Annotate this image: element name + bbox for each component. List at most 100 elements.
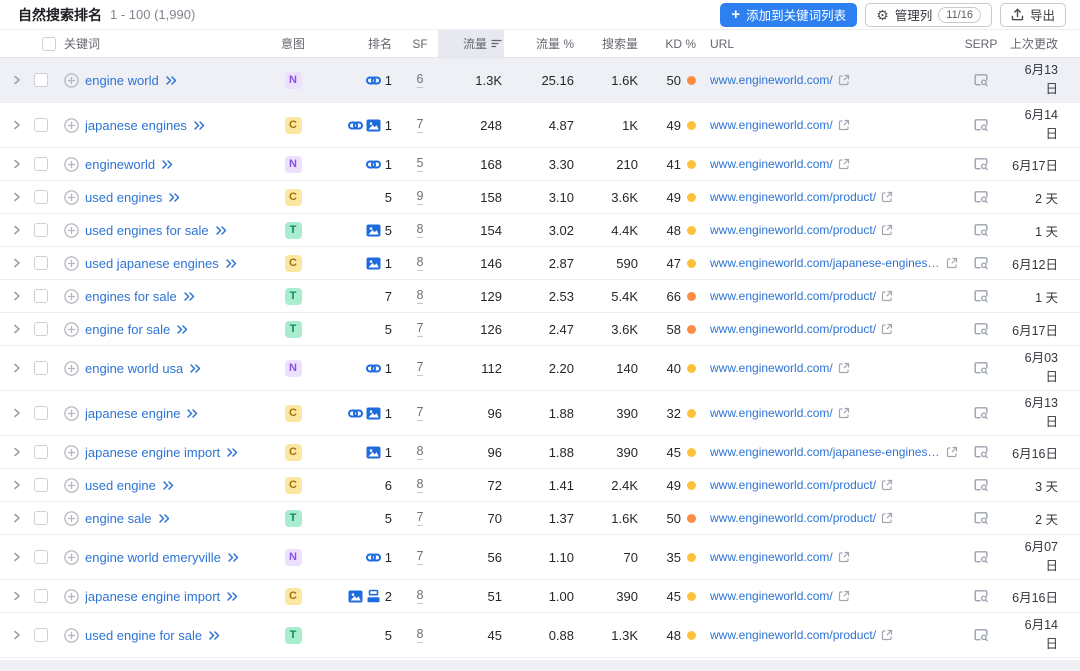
double-chevron-icon[interactable]	[165, 75, 178, 86]
external-link-icon[interactable]	[838, 158, 850, 170]
keyword-link[interactable]: japanese engine import	[85, 445, 220, 460]
serp-preview-button[interactable]	[958, 190, 1004, 205]
double-chevron-icon[interactable]	[161, 159, 174, 170]
expand-chevron-icon[interactable]	[12, 192, 22, 202]
row-checkbox[interactable]	[34, 628, 48, 642]
serp-preview-button[interactable]	[958, 445, 1004, 460]
column-header-keyword[interactable]: 关键词	[64, 30, 264, 57]
column-header-traffic[interactable]: 流量	[438, 30, 504, 57]
expand-chevron-icon[interactable]	[12, 75, 22, 85]
double-chevron-icon[interactable]	[176, 324, 189, 335]
serp-preview-button[interactable]	[958, 550, 1004, 565]
keyword-link[interactable]: used engine for sale	[85, 628, 202, 643]
keyword-link[interactable]: used engines for sale	[85, 223, 209, 238]
row-checkbox[interactable]	[34, 478, 48, 492]
sf-value[interactable]: 9	[417, 189, 424, 206]
keyword-link[interactable]: japanese engines	[85, 118, 187, 133]
double-chevron-icon[interactable]	[227, 552, 240, 563]
double-chevron-icon[interactable]	[215, 225, 228, 236]
url-link[interactable]: www.engineworld.com/	[710, 157, 833, 171]
serp-preview-button[interactable]	[958, 118, 1004, 133]
sf-value[interactable]: 7	[417, 321, 424, 338]
external-link-icon[interactable]	[881, 512, 893, 524]
sf-value[interactable]: 8	[417, 477, 424, 494]
external-link-icon[interactable]	[838, 590, 850, 602]
url-link[interactable]: www.engineworld.com/product/	[710, 511, 876, 525]
add-keyword-icon[interactable]	[64, 157, 79, 172]
manage-columns-button[interactable]: ⚙ 管理列 11/16	[865, 3, 992, 27]
external-link-icon[interactable]	[946, 446, 958, 458]
keyword-link[interactable]: used engines	[85, 190, 162, 205]
keyword-link[interactable]: engine for sale	[85, 322, 170, 337]
add-keyword-icon[interactable]	[64, 478, 79, 493]
expand-chevron-icon[interactable]	[12, 225, 22, 235]
keyword-link[interactable]: japanese engine import	[85, 589, 220, 604]
row-checkbox[interactable]	[34, 289, 48, 303]
serp-preview-button[interactable]	[958, 223, 1004, 238]
keyword-link[interactable]: engine world usa	[85, 361, 183, 376]
sf-value[interactable]: 7	[417, 549, 424, 566]
external-link-icon[interactable]	[881, 290, 893, 302]
add-keyword-icon[interactable]	[64, 406, 79, 421]
keyword-link[interactable]: engine sale	[85, 511, 152, 526]
url-link[interactable]: www.engineworld.com/	[710, 118, 833, 132]
column-header-last-change[interactable]: 上次更改	[1004, 30, 1058, 57]
row-checkbox[interactable]	[34, 550, 48, 564]
external-link-icon[interactable]	[838, 362, 850, 374]
serp-preview-button[interactable]	[958, 289, 1004, 304]
expand-chevron-icon[interactable]	[12, 447, 22, 457]
expand-chevron-icon[interactable]	[12, 324, 22, 334]
add-to-keyword-list-button[interactable]: + 添加到关键词列表	[720, 3, 857, 27]
url-link[interactable]: www.engineworld.com/japanese-engines-for…	[710, 445, 941, 459]
row-checkbox[interactable]	[34, 223, 48, 237]
serp-preview-button[interactable]	[958, 157, 1004, 172]
sf-value[interactable]: 7	[417, 510, 424, 527]
sf-value[interactable]: 6	[417, 72, 424, 89]
url-link[interactable]: www.engineworld.com/japanese-engines-for…	[710, 256, 941, 270]
row-checkbox[interactable]	[34, 73, 48, 87]
sf-value[interactable]: 8	[417, 588, 424, 605]
expand-chevron-icon[interactable]	[12, 513, 22, 523]
row-checkbox[interactable]	[34, 256, 48, 270]
double-chevron-icon[interactable]	[225, 258, 238, 269]
add-keyword-icon[interactable]	[64, 550, 79, 565]
external-link-icon[interactable]	[881, 629, 893, 641]
add-keyword-icon[interactable]	[64, 118, 79, 133]
row-checkbox[interactable]	[34, 190, 48, 204]
add-keyword-icon[interactable]	[64, 322, 79, 337]
external-link-icon[interactable]	[838, 551, 850, 563]
serp-preview-button[interactable]	[958, 589, 1004, 604]
url-link[interactable]: www.engineworld.com/	[710, 550, 833, 564]
add-keyword-icon[interactable]	[64, 289, 79, 304]
serp-preview-button[interactable]	[958, 361, 1004, 376]
double-chevron-icon[interactable]	[158, 513, 171, 524]
url-link[interactable]: www.engineworld.com/	[710, 73, 833, 87]
keyword-link[interactable]: used japanese engines	[85, 256, 219, 271]
double-chevron-icon[interactable]	[186, 408, 199, 419]
row-checkbox[interactable]	[34, 361, 48, 375]
serp-preview-button[interactable]	[958, 322, 1004, 337]
expand-chevron-icon[interactable]	[12, 408, 22, 418]
serp-preview-button[interactable]	[958, 406, 1004, 421]
serp-preview-button[interactable]	[958, 628, 1004, 643]
select-all-checkbox[interactable]	[42, 37, 56, 51]
sf-value[interactable]: 5	[417, 156, 424, 173]
url-link[interactable]: www.engineworld.com/product/	[710, 478, 876, 492]
add-keyword-icon[interactable]	[64, 256, 79, 271]
column-header-kd[interactable]: KD %	[640, 30, 696, 57]
sf-value[interactable]: 8	[417, 255, 424, 272]
add-keyword-icon[interactable]	[64, 628, 79, 643]
expand-chevron-icon[interactable]	[12, 258, 22, 268]
expand-chevron-icon[interactable]	[12, 630, 22, 640]
keyword-link[interactable]: engineworld	[85, 157, 155, 172]
add-keyword-icon[interactable]	[64, 190, 79, 205]
add-keyword-icon[interactable]	[64, 361, 79, 376]
keyword-link[interactable]: engines for sale	[85, 289, 177, 304]
export-button[interactable]: 导出	[1000, 3, 1066, 27]
row-checkbox[interactable]	[34, 406, 48, 420]
external-link-icon[interactable]	[881, 323, 893, 335]
keyword-link[interactable]: engine world	[85, 73, 159, 88]
url-link[interactable]: www.engineworld.com/product/	[710, 628, 876, 642]
serp-preview-button[interactable]	[958, 511, 1004, 526]
sf-value[interactable]: 7	[417, 405, 424, 422]
